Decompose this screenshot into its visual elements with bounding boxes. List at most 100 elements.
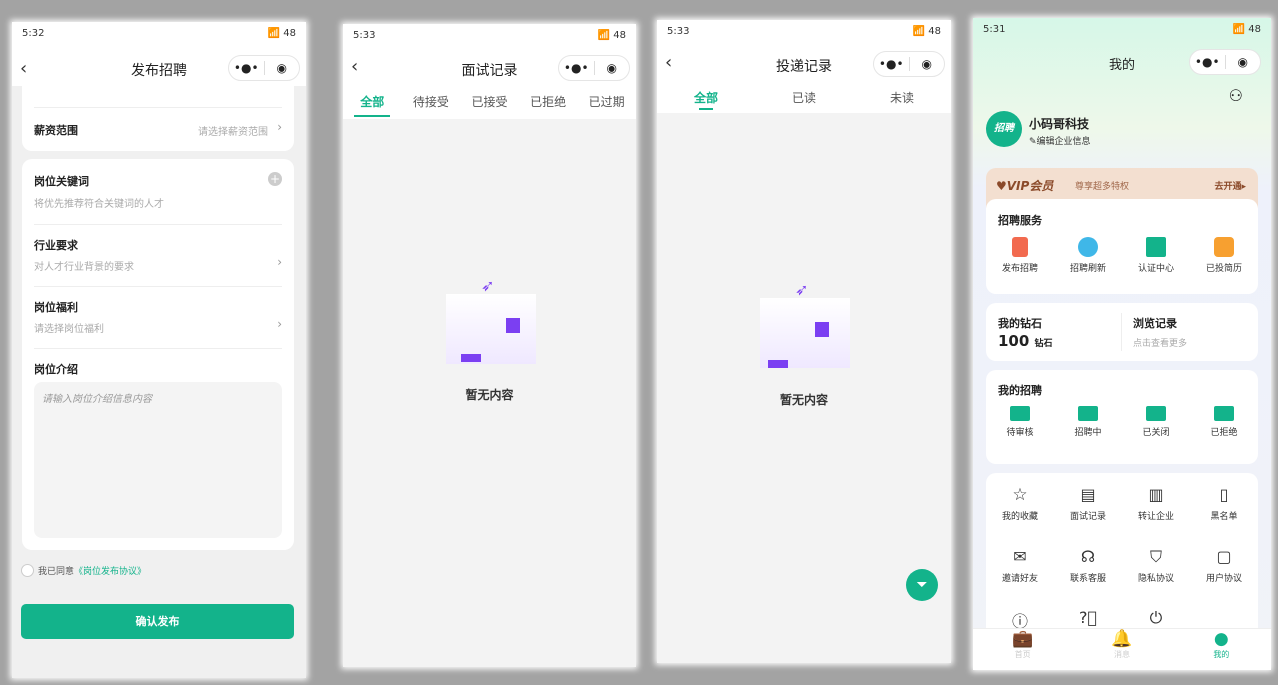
agree-checkbox[interactable] [21,564,34,577]
document-icon: ▤ [1080,485,1096,504]
tab-mine[interactable]: ● 我的 [1172,629,1271,670]
closed-icon [1146,406,1166,421]
tab-accepted[interactable]: 已接受 [460,93,519,110]
tab-rejected[interactable]: 已拒绝 [519,93,578,110]
tab-bar: 全部 待接受 已接受 已拒绝 已过期 [343,93,636,110]
tab-bar: 全部 已读 未读 [657,89,951,106]
tool-transfer[interactable]: ▥ 转让企业 [1122,485,1190,522]
history-hint: 点击查看更多 [1133,339,1188,349]
rejected-icon [1214,406,1234,421]
tool-privacy[interactable]: ⛉ 隐私协议 [1122,547,1190,584]
battery: 📶 48 [267,28,296,39]
tab-read[interactable]: 已读 [755,89,853,106]
battery: 📶 48 [597,30,626,41]
agree-label: 我已同意 [38,567,75,577]
vip-open-link[interactable]: 去开通▸ [1214,179,1246,192]
tool-support[interactable]: ☊ 联系客服 [1054,547,1122,584]
service-refresh[interactable]: 招聘刷新 [1054,237,1122,274]
my-recruit-card: 我的招聘 待审核 招聘中 已关闭 已拒绝 [986,370,1258,464]
blacklist-icon: ▯ [1219,485,1229,504]
salary-label: 薪资范围 [34,124,78,137]
capsule-menu[interactable]: •●• ◉ [228,55,300,81]
active-icon [1078,406,1098,421]
tool-blacklist[interactable]: ▯ 黑名单 [1190,485,1258,522]
service-resumes[interactable]: 已投简历 [1190,237,1258,274]
star-icon: ☆ [1012,485,1028,505]
capsule-menu[interactable]: •●• ◉ [558,55,630,81]
history-title[interactable]: 浏览记录 [1133,315,1177,331]
salary-card: 薪资范围 请选择薪资范围 › [22,86,294,151]
help-icon: ?⃝ [1078,608,1098,627]
add-icon[interactable]: + [268,172,282,186]
salary-select[interactable]: 请选择薪资范围 [198,123,268,138]
welfare-label[interactable]: 岗位福利 [34,299,78,315]
recruit-rejected[interactable]: 已拒绝 [1190,406,1258,438]
more-icon[interactable]: •●• [1190,55,1225,69]
service-publish[interactable]: 发布招聘 [986,237,1054,274]
status-bar: 5:31 📶 48 [983,24,1261,35]
diamond-count: 100 钻石 [998,332,1053,350]
tools-card: ☆ 我的收藏 ▤ 面试记录 ▥ 转让企业 ▯ 黑名单 ✉ 邀请好友 ☊ 联系客服 ⛉ 隐私协议… [986,473,1258,643]
tab-unread[interactable]: 未读 [853,89,951,106]
tab-all[interactable]: 全部 [343,93,402,110]
recruit-closed[interactable]: 已关闭 [1122,406,1190,438]
refresh-star-icon [1078,237,1098,257]
time: 5:31 [983,24,1006,35]
recruit-active[interactable]: 招聘中 [1054,406,1122,438]
briefcase-icon: 💼 [1012,629,1034,649]
empty-box-illustration: ➶ [436,264,546,369]
edit-company-link[interactable]: ✎编辑企业信息 [1029,134,1091,147]
keywords-label: 岗位关键词 [34,175,89,188]
company-logo: 招聘 [986,111,1022,147]
recruit-pending[interactable]: 待审核 [986,406,1054,438]
close-target-icon[interactable]: ◉ [595,61,630,75]
agreement-link[interactable]: 《岗位发布协议》 [74,567,146,577]
tool-favorites[interactable]: ☆ 我的收藏 [986,485,1054,522]
more-icon[interactable]: •●• [874,57,909,71]
mail-icon: ✉ [1013,547,1027,566]
tool-invite[interactable]: ✉ 邀请好友 [986,547,1054,584]
more-icon[interactable]: •●• [559,61,594,75]
welfare-hint: 请选择岗位福利 [34,324,104,335]
details-card: 岗位关键词 + 将优先推荐符合关键词的人才 行业要求 对人才行业背景的要求 › … [22,159,294,550]
pending-icon [1010,406,1030,421]
chevron-right-icon: › [277,255,282,269]
phone-publish: 5:32 📶 48 ‹ 发布招聘 •●• ◉ 薪资范围 请选择薪资范围 › 岗位关键… [12,22,306,678]
diamond-title[interactable]: 我的钻石 [998,315,1042,331]
switch-user-icon[interactable]: ⚇ [1229,86,1243,105]
tab-home[interactable]: 💼 首页 [973,629,1072,670]
tab-expired[interactable]: 已过期 [577,93,636,110]
capsule-menu[interactable]: •●• ◉ [873,51,945,77]
terms-icon: ▢ [1216,547,1232,566]
headset-icon: ☊ [1080,547,1096,566]
close-target-icon[interactable]: ◉ [910,57,945,71]
service-certify[interactable]: 认证中心 [1122,237,1190,274]
info-icon: ⓘ [1011,612,1028,631]
empty-text: 暂无内容 [465,388,514,402]
services-card: 招聘服务 发布招聘 招聘刷新 认证中心 已投简历 [986,199,1258,294]
close-target-icon[interactable]: ◉ [265,61,300,75]
time: 5:33 [667,26,690,37]
chevron-right-icon: › [277,120,282,134]
phone-delivery: 5:33 📶 48 ‹ 投递记录 •●• ◉ 全部 已读 未读 ➶ 暂无内容 ⏷ [657,20,951,663]
vip-subtitle: 尊享超多特权 [1075,182,1130,192]
tab-messages[interactable]: 🔔 消息 [1072,629,1171,670]
more-icon[interactable]: •●• [229,61,264,75]
intro-textarea[interactable]: 请输入岗位介绍信息内容 [34,382,282,538]
submit-button[interactable]: 确认发布 [21,604,294,639]
shield-icon: ⛉ [1149,547,1162,566]
tool-terms[interactable]: ▢ 用户协议 [1190,547,1258,584]
filter-button[interactable]: ⏷ [906,569,938,601]
tab-all[interactable]: 全部 [657,89,755,106]
capsule-menu[interactable]: •●• ◉ [1189,49,1261,75]
time: 5:33 [353,30,376,41]
tab-pending[interactable]: 待接受 [402,93,461,110]
industry-label[interactable]: 行业要求 [34,237,78,253]
services-title: 招聘服务 [998,214,1042,227]
stats-card: 我的钻石 100 钻石 浏览记录 点击查看更多 [986,303,1258,361]
close-target-icon[interactable]: ◉ [1226,55,1261,69]
building-icon [1146,237,1166,257]
user-icon: ● [1213,629,1229,649]
company-name: 小码哥科技 [1029,117,1090,131]
tool-interviews[interactable]: ▤ 面试记录 [1054,485,1122,522]
